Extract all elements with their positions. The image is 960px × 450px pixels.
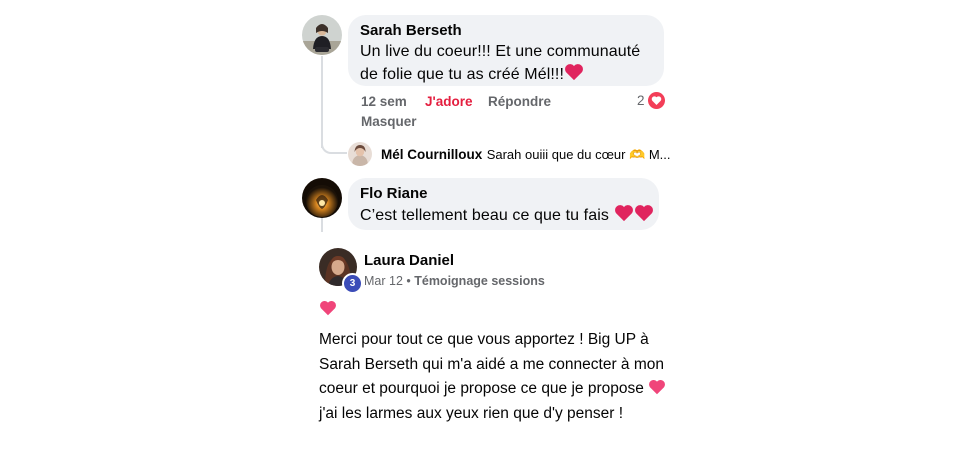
hide-button[interactable]: Masquer (361, 114, 417, 129)
avatar[interactable] (348, 142, 372, 166)
post-body-line: j'ai les larmes aux yeux rien que d'y pe… (319, 404, 624, 422)
pink-heart-icon (320, 300, 336, 316)
reply-snippet: Sarah ouiii que du cœur 🫶 M... (486, 147, 671, 162)
post-body: Merci pour tout ce que vous apportez ! B… (319, 328, 679, 426)
pink-heart-icon (649, 379, 666, 395)
comment-text-fragment: C’est tellement beau ce que tu fais (360, 207, 609, 224)
level-badge: 3 (342, 273, 363, 294)
separator: • (402, 274, 415, 288)
comment-bubble: Sarah Berseth Un live du coeur!!! Et une… (348, 15, 664, 86)
post-body-line: coeur et pourquoi je propose ce que je p… (319, 377, 679, 402)
thread-elbow (321, 138, 347, 154)
reply-author[interactable]: Mél Cournilloux (381, 147, 482, 162)
red-heart-icon (565, 64, 583, 81)
post-body-fragment: coeur et pourquoi je propose ce que je p… (319, 380, 644, 397)
post-body-line: Merci pour tout ce que vous apportez ! B… (319, 331, 649, 348)
comment-text-line: de folie que tu as créé Mél!!! (360, 63, 652, 86)
comment-time[interactable]: 12 sem (361, 94, 407, 109)
post-meta: Mar 12 • Témoignage sessions (364, 274, 545, 288)
reply-preview[interactable]: Mél Cournilloux Sarah ouiii que du cœur … (381, 146, 671, 164)
comment-author[interactable]: Flo Riane (360, 184, 647, 204)
level-badge-number: 3 (349, 278, 356, 289)
comment-text: C’est tellement beau ce que tu fais (360, 204, 653, 227)
red-heart-icon (614, 205, 633, 222)
comment-author[interactable]: Sarah Berseth (360, 21, 652, 41)
thread-line (321, 218, 323, 232)
post-category[interactable]: Témoignage sessions (414, 274, 545, 288)
comment-bubble: Flo Riane C’est tellement beau ce que tu… (348, 178, 659, 230)
reaction-count[interactable]: 2 (637, 92, 665, 109)
post-body-line: Sarah Berseth qui m'a aidé a me connecte… (319, 355, 665, 373)
avatar[interactable] (302, 15, 342, 55)
post-author[interactable]: Laura Daniel (364, 252, 454, 269)
avatar[interactable] (302, 178, 342, 218)
comment-text-line: Un live du coeur!!! Et une communauté (360, 43, 641, 60)
comment-text-fragment: de folie que tu as créé Mél!!! (360, 66, 564, 83)
love-button[interactable]: J'adore (425, 94, 472, 109)
reply-button[interactable]: Répondre (488, 94, 551, 109)
love-reaction-icon (647, 92, 665, 109)
comment-text: Un live du coeur!!! Et une communauté de… (360, 41, 652, 86)
reaction-count-number: 2 (637, 93, 645, 108)
post-date[interactable]: Mar 12 (364, 274, 403, 288)
thread-line (321, 56, 323, 148)
red-heart-icon (634, 205, 653, 222)
